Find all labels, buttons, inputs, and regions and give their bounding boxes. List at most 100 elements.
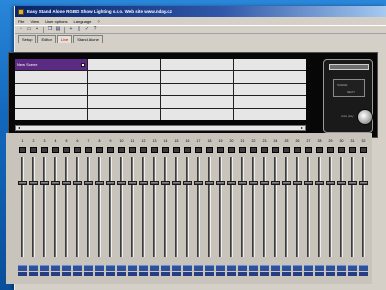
fader-track[interactable] [351, 157, 354, 257]
channel-select-button[interactable] [338, 147, 345, 153]
channel-select-button[interactable] [85, 147, 92, 153]
channel-flash-button[interactable] [348, 265, 357, 271]
channel-flash-button[interactable] [128, 265, 137, 271]
channel-flash-button[interactable] [117, 265, 126, 271]
channel-flash-button[interactable] [194, 265, 203, 271]
menu-file[interactable]: File [18, 19, 24, 24]
fader-handle[interactable] [172, 181, 181, 185]
fader-handle[interactable] [205, 181, 214, 185]
fader-handle[interactable] [238, 181, 247, 185]
tab-live[interactable]: Live [56, 35, 73, 43]
save-icon[interactable]: ▪ [34, 27, 40, 33]
scene-cell[interactable] [234, 83, 306, 96]
scene-cell[interactable] [161, 108, 233, 120]
fader-track[interactable] [65, 157, 68, 257]
menu-help[interactable]: ? [97, 19, 99, 24]
channel-select-button[interactable] [206, 147, 213, 153]
scene-cell[interactable] [15, 96, 87, 108]
tab-setup[interactable]: Setup [18, 35, 37, 43]
channel-flash-button[interactable] [62, 265, 71, 271]
help-icon[interactable]: ? [92, 27, 98, 33]
scene-cell[interactable] [234, 59, 306, 71]
channel-flash-button[interactable] [249, 265, 258, 271]
channel-flash-button[interactable] [315, 265, 324, 271]
scene-cell[interactable] [234, 71, 306, 83]
fader-handle[interactable] [51, 181, 60, 185]
menu-language[interactable]: Language [74, 19, 92, 24]
fader-track[interactable] [87, 157, 90, 257]
channel-select-button[interactable] [184, 147, 191, 153]
channel-flash-button[interactable] [260, 265, 269, 271]
channel-select-button[interactable] [19, 147, 26, 153]
scene-cell[interactable] [234, 108, 306, 120]
fader-handle[interactable] [150, 181, 159, 185]
channel-select-button[interactable] [173, 147, 180, 153]
channel-select-button[interactable] [360, 147, 367, 153]
channel-select-button[interactable] [250, 147, 257, 153]
tab-stand-alone[interactable]: Stand Alone [73, 35, 103, 43]
new-icon[interactable]: ▫ [18, 27, 24, 33]
fader-track[interactable] [21, 157, 24, 257]
fader-track[interactable] [54, 157, 57, 257]
channel-flash-button[interactable] [326, 265, 335, 271]
channel-select-button[interactable] [349, 147, 356, 153]
fader-track[interactable] [252, 157, 255, 257]
menu-user-options[interactable]: User options [45, 19, 67, 24]
channel-flash-button[interactable] [293, 265, 302, 271]
fader-handle[interactable] [304, 181, 313, 185]
channel-select-button[interactable] [140, 147, 147, 153]
fader-track[interactable] [263, 157, 266, 257]
fader-track[interactable] [329, 157, 332, 257]
scene-cell[interactable] [15, 71, 87, 83]
scene-cell[interactable] [88, 108, 160, 120]
fader-handle[interactable] [183, 181, 192, 185]
channel-flash-button[interactable] [95, 265, 104, 271]
fader-handle[interactable] [29, 181, 38, 185]
channel-flash-button[interactable] [282, 265, 291, 271]
scene-cell[interactable] [161, 83, 233, 96]
channel-select-button[interactable] [151, 147, 158, 153]
fader-track[interactable] [109, 157, 112, 257]
controller-top-button[interactable] [329, 64, 369, 70]
channel-select-button[interactable] [52, 147, 59, 153]
fader-handle[interactable] [282, 181, 291, 185]
delete-icon[interactable]: ▯ [76, 27, 82, 33]
scene-cell[interactable] [88, 96, 160, 108]
channel-select-button[interactable] [129, 147, 136, 153]
scene-cell[interactable] [161, 59, 233, 71]
fader-track[interactable] [153, 157, 156, 257]
channel-select-button[interactable] [96, 147, 103, 153]
scene-cell[interactable] [88, 83, 160, 96]
fader-handle[interactable] [359, 181, 368, 185]
fader-handle[interactable] [161, 181, 170, 185]
scene-cell[interactable] [234, 96, 306, 108]
channel-select-button[interactable] [316, 147, 323, 153]
fader-track[interactable] [32, 157, 35, 257]
channel-flash-button[interactable] [304, 265, 313, 271]
channel-flash-button[interactable] [172, 265, 181, 271]
fader-handle[interactable] [260, 181, 269, 185]
scene-cell[interactable] [15, 83, 87, 96]
fader-handle[interactable] [348, 181, 357, 185]
play-knob[interactable] [357, 109, 373, 125]
channel-select-button[interactable] [162, 147, 169, 153]
fader-handle[interactable] [139, 181, 148, 185]
channel-flash-button[interactable] [40, 265, 49, 271]
scene-cell[interactable] [161, 96, 233, 108]
fader-track[interactable] [241, 157, 244, 257]
title-bar[interactable]: Easy Stand Alone RGBD Show Lighting s.r.… [15, 6, 386, 17]
fader-handle[interactable] [95, 181, 104, 185]
channel-select-button[interactable] [107, 147, 114, 153]
fader-track[interactable] [274, 157, 277, 257]
channel-flash-button[interactable] [227, 265, 236, 271]
fader-track[interactable] [142, 157, 145, 257]
fader-track[interactable] [285, 157, 288, 257]
scene-cell[interactable] [161, 71, 233, 83]
scene-cell[interactable] [88, 71, 160, 83]
channel-flash-button[interactable] [29, 265, 38, 271]
channel-flash-button[interactable] [84, 265, 93, 271]
channel-select-button[interactable] [272, 147, 279, 153]
channel-select-button[interactable] [305, 147, 312, 153]
scroll-right-icon[interactable]: ▸ [299, 126, 305, 130]
fader-handle[interactable] [62, 181, 71, 185]
